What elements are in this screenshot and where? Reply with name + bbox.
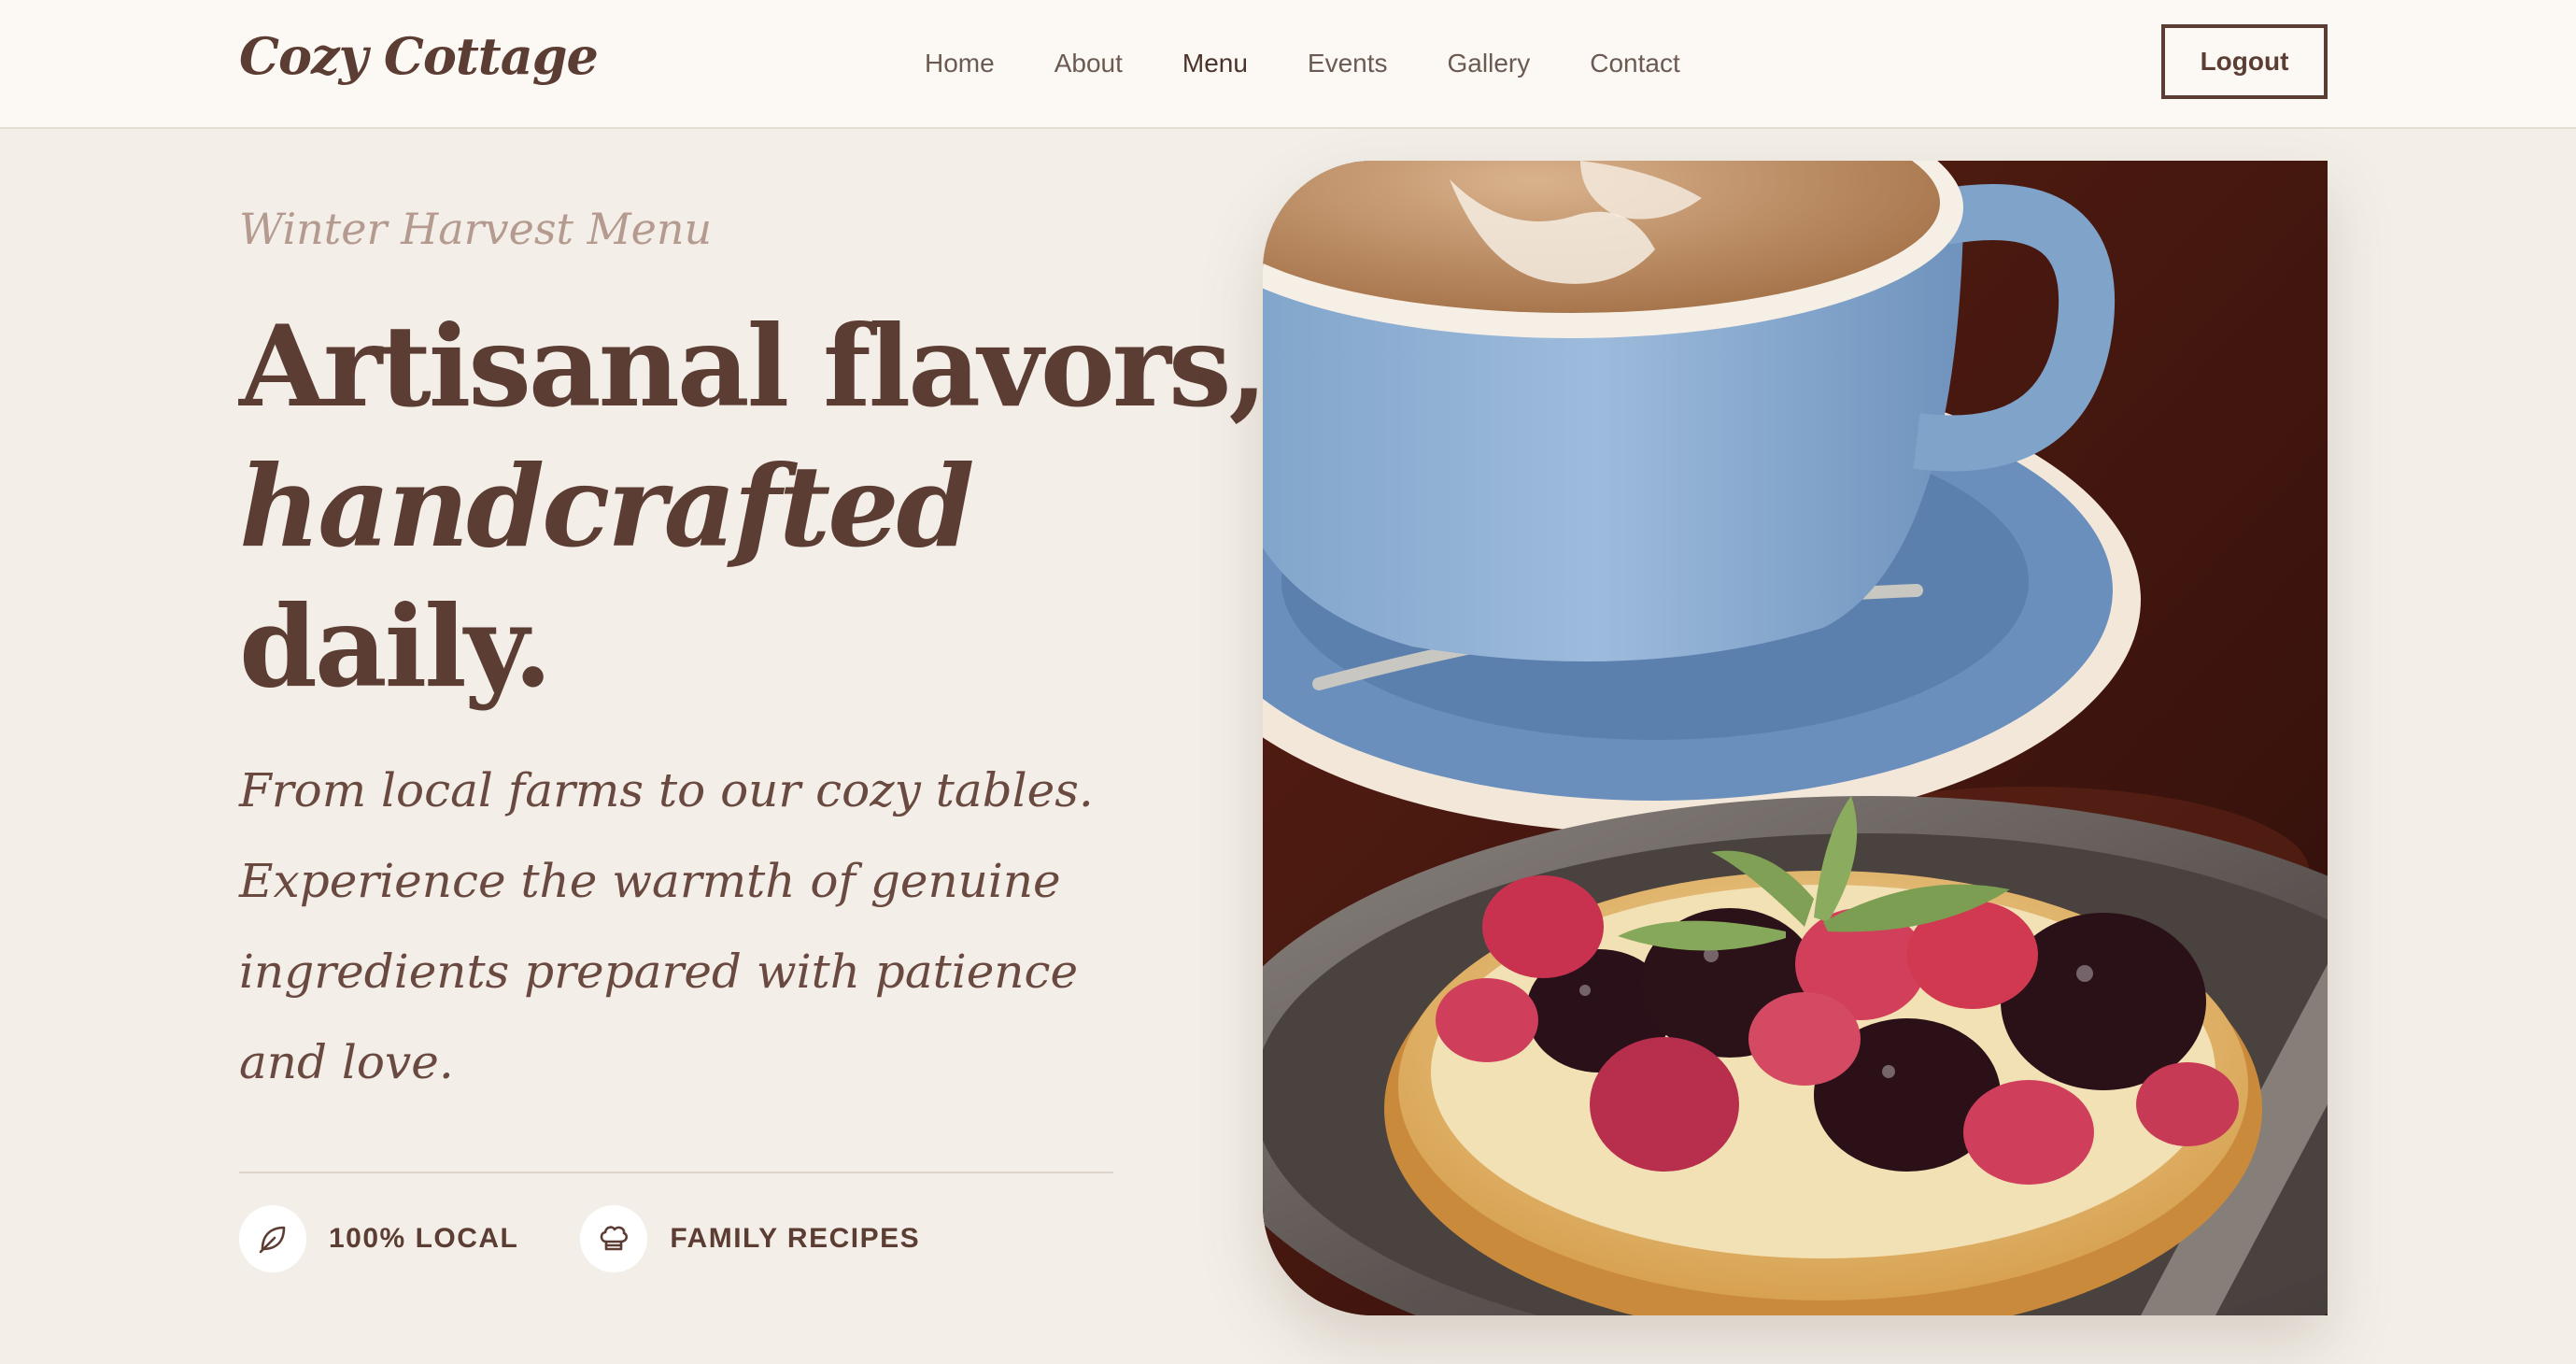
nav-link-contact[interactable]: Contact [1590,49,1680,78]
leaf-icon [239,1205,306,1272]
nav-link-about[interactable]: About [1054,49,1123,78]
hero-divider [239,1172,1113,1173]
nav-link-home[interactable]: Home [925,49,995,78]
chef-hat-icon [580,1205,648,1272]
top-navbar: Cozy Cottage Home About Menu Events Gall… [0,0,2576,129]
menu-kicker: Winter Harvest Menu [239,204,713,254]
logout-button[interactable]: Logout [2161,24,2328,99]
headline-line-1: Artisanal flavors, [239,301,1267,433]
headline-line-2: handcrafted [239,441,975,573]
feature-local: 100% LOCAL [239,1205,518,1272]
nav-link-gallery[interactable]: Gallery [1448,49,1531,78]
feature-list: 100% LOCAL FAMILY RECIPES [239,1203,982,1274]
feature-recipes-label: FAMILY RECIPES [670,1223,921,1254]
nav-link-menu[interactable]: Menu [1182,49,1248,78]
main-nav: Home About Menu Events Gallery Contact [925,0,1740,127]
headline-line-3: daily. [239,581,553,713]
hero-intro: From local farms to our cozy tables. Exp… [239,763,1094,1089]
brand-logo[interactable]: Cozy Cottage [239,26,599,86]
hero-headline: Artisanal flavors, handcrafted daily. [239,297,1267,718]
feature-local-label: 100% LOCAL [329,1223,519,1254]
hero-food-photo [1263,161,2328,1315]
nav-link-events[interactable]: Events [1308,49,1388,78]
feature-recipes: FAMILY RECIPES [580,1205,920,1272]
